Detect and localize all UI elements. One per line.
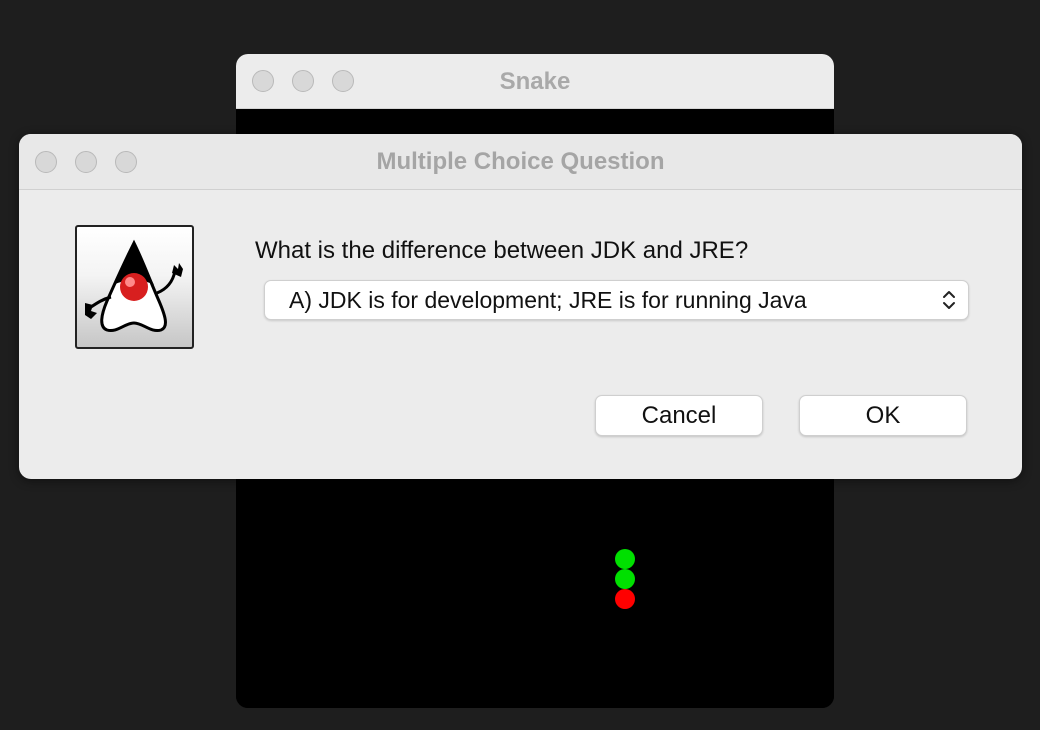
cancel-button[interactable]: Cancel xyxy=(595,395,763,436)
dialog-title: Multiple Choice Question xyxy=(376,148,665,175)
snake-body-segment xyxy=(615,549,635,569)
java-duke-icon xyxy=(75,225,194,349)
answer-select[interactable]: A) JDK is for development; JRE is for ru… xyxy=(264,280,969,320)
ok-button[interactable]: OK xyxy=(799,395,967,436)
question-text: What is the difference between JDK and J… xyxy=(255,237,749,264)
window-title: Snake xyxy=(499,68,571,95)
snake-head xyxy=(615,589,635,609)
snake-body-segment xyxy=(615,569,635,589)
question-dialog: Multiple Choice Question What is the dif… xyxy=(19,134,1022,479)
snake-titlebar[interactable]: Snake xyxy=(236,54,834,109)
chevron-up-down-icon xyxy=(943,291,955,309)
selected-answer: A) JDK is for development; JRE is for ru… xyxy=(289,287,807,313)
dialog-titlebar[interactable]: Multiple Choice Question xyxy=(19,134,1022,190)
